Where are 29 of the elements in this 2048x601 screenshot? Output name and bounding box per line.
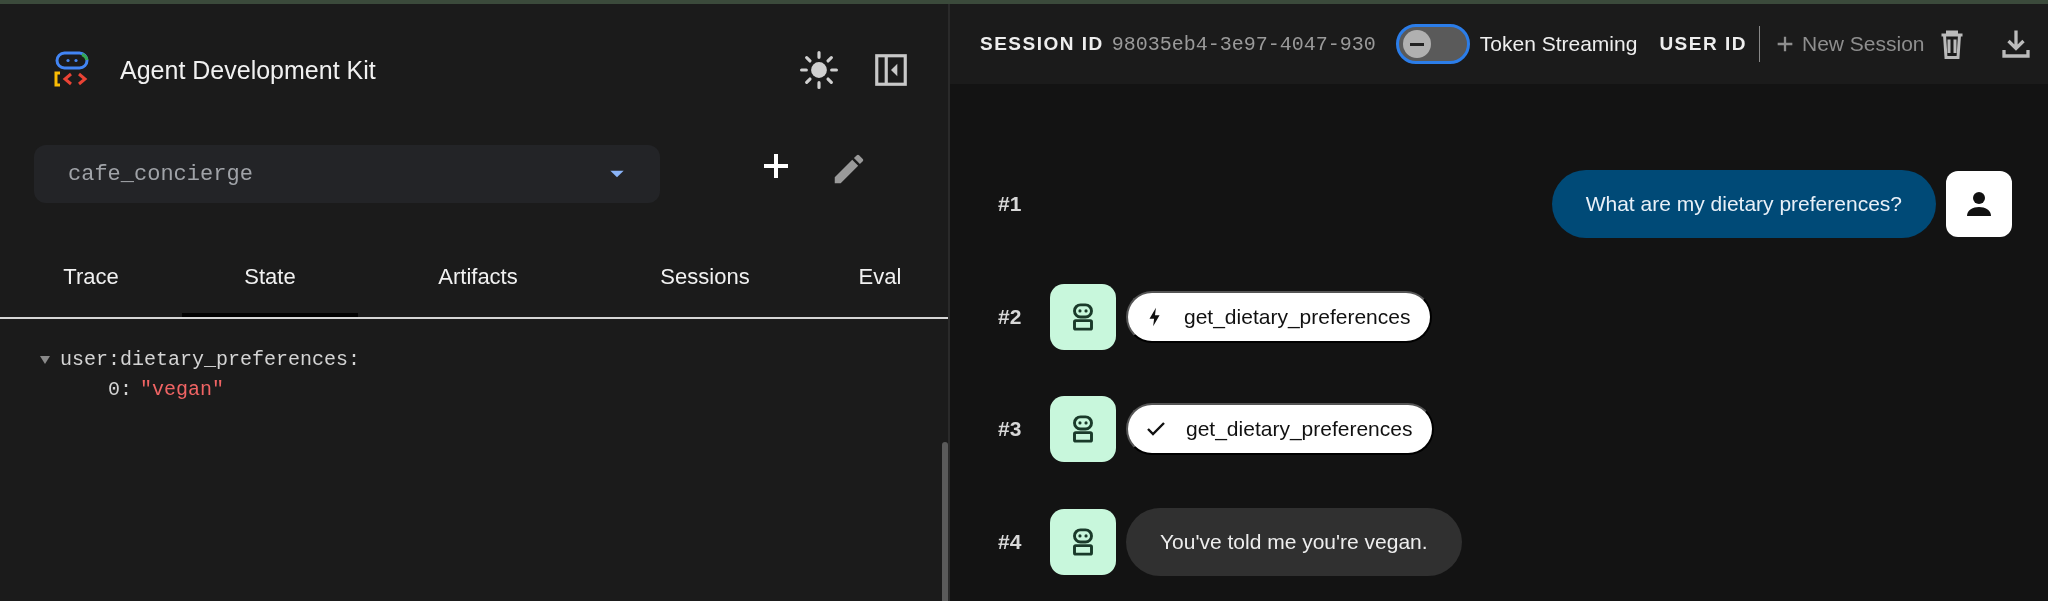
- state-key: user:dietary_preferences:: [60, 345, 361, 375]
- function-call-chip[interactable]: get_dietary_preferences: [1126, 291, 1433, 343]
- token-streaming-toggle[interactable]: [1395, 24, 1470, 64]
- user-id-label: USER ID: [1659, 33, 1747, 55]
- tab[interactable]: Artifacts: [358, 240, 598, 317]
- dropdown-caret-icon: [608, 169, 626, 179]
- message-index: #2: [998, 305, 1023, 329]
- message-index: #3: [998, 417, 1023, 441]
- tab[interactable]: Trace: [0, 240, 182, 317]
- sun-icon[interactable]: [800, 51, 838, 89]
- tab[interactable]: Eval: [812, 240, 948, 317]
- user-message: What are my dietary preferences?: [1551, 170, 1936, 238]
- minus-icon: [1409, 42, 1424, 46]
- state-key: 0:: [108, 375, 132, 405]
- new-session-button[interactable]: New Session: [1773, 32, 1925, 56]
- app-select[interactable]: cafe_concierge: [34, 145, 660, 203]
- scrollbar[interactable]: [942, 442, 948, 601]
- tab[interactable]: Sessions: [598, 240, 812, 317]
- agent-message: You've told me you're vegan.: [1126, 508, 1462, 576]
- function-response-chip[interactable]: get_dietary_preferences: [1126, 403, 1435, 455]
- message-index: #1: [998, 192, 1023, 216]
- message-index: #4: [998, 530, 1023, 554]
- tab[interactable]: State: [182, 240, 358, 317]
- panel-collapse-icon[interactable]: [872, 51, 910, 89]
- token-streaming-label: Token Streaming: [1479, 32, 1638, 56]
- session-id-value: 98035eb4-3e97-4047-930: [1111, 32, 1376, 56]
- state-value: "vegan": [140, 377, 225, 403]
- session-id-label: SESSION ID: [980, 33, 1104, 55]
- app-title: Agent Development Kit: [120, 55, 377, 85]
